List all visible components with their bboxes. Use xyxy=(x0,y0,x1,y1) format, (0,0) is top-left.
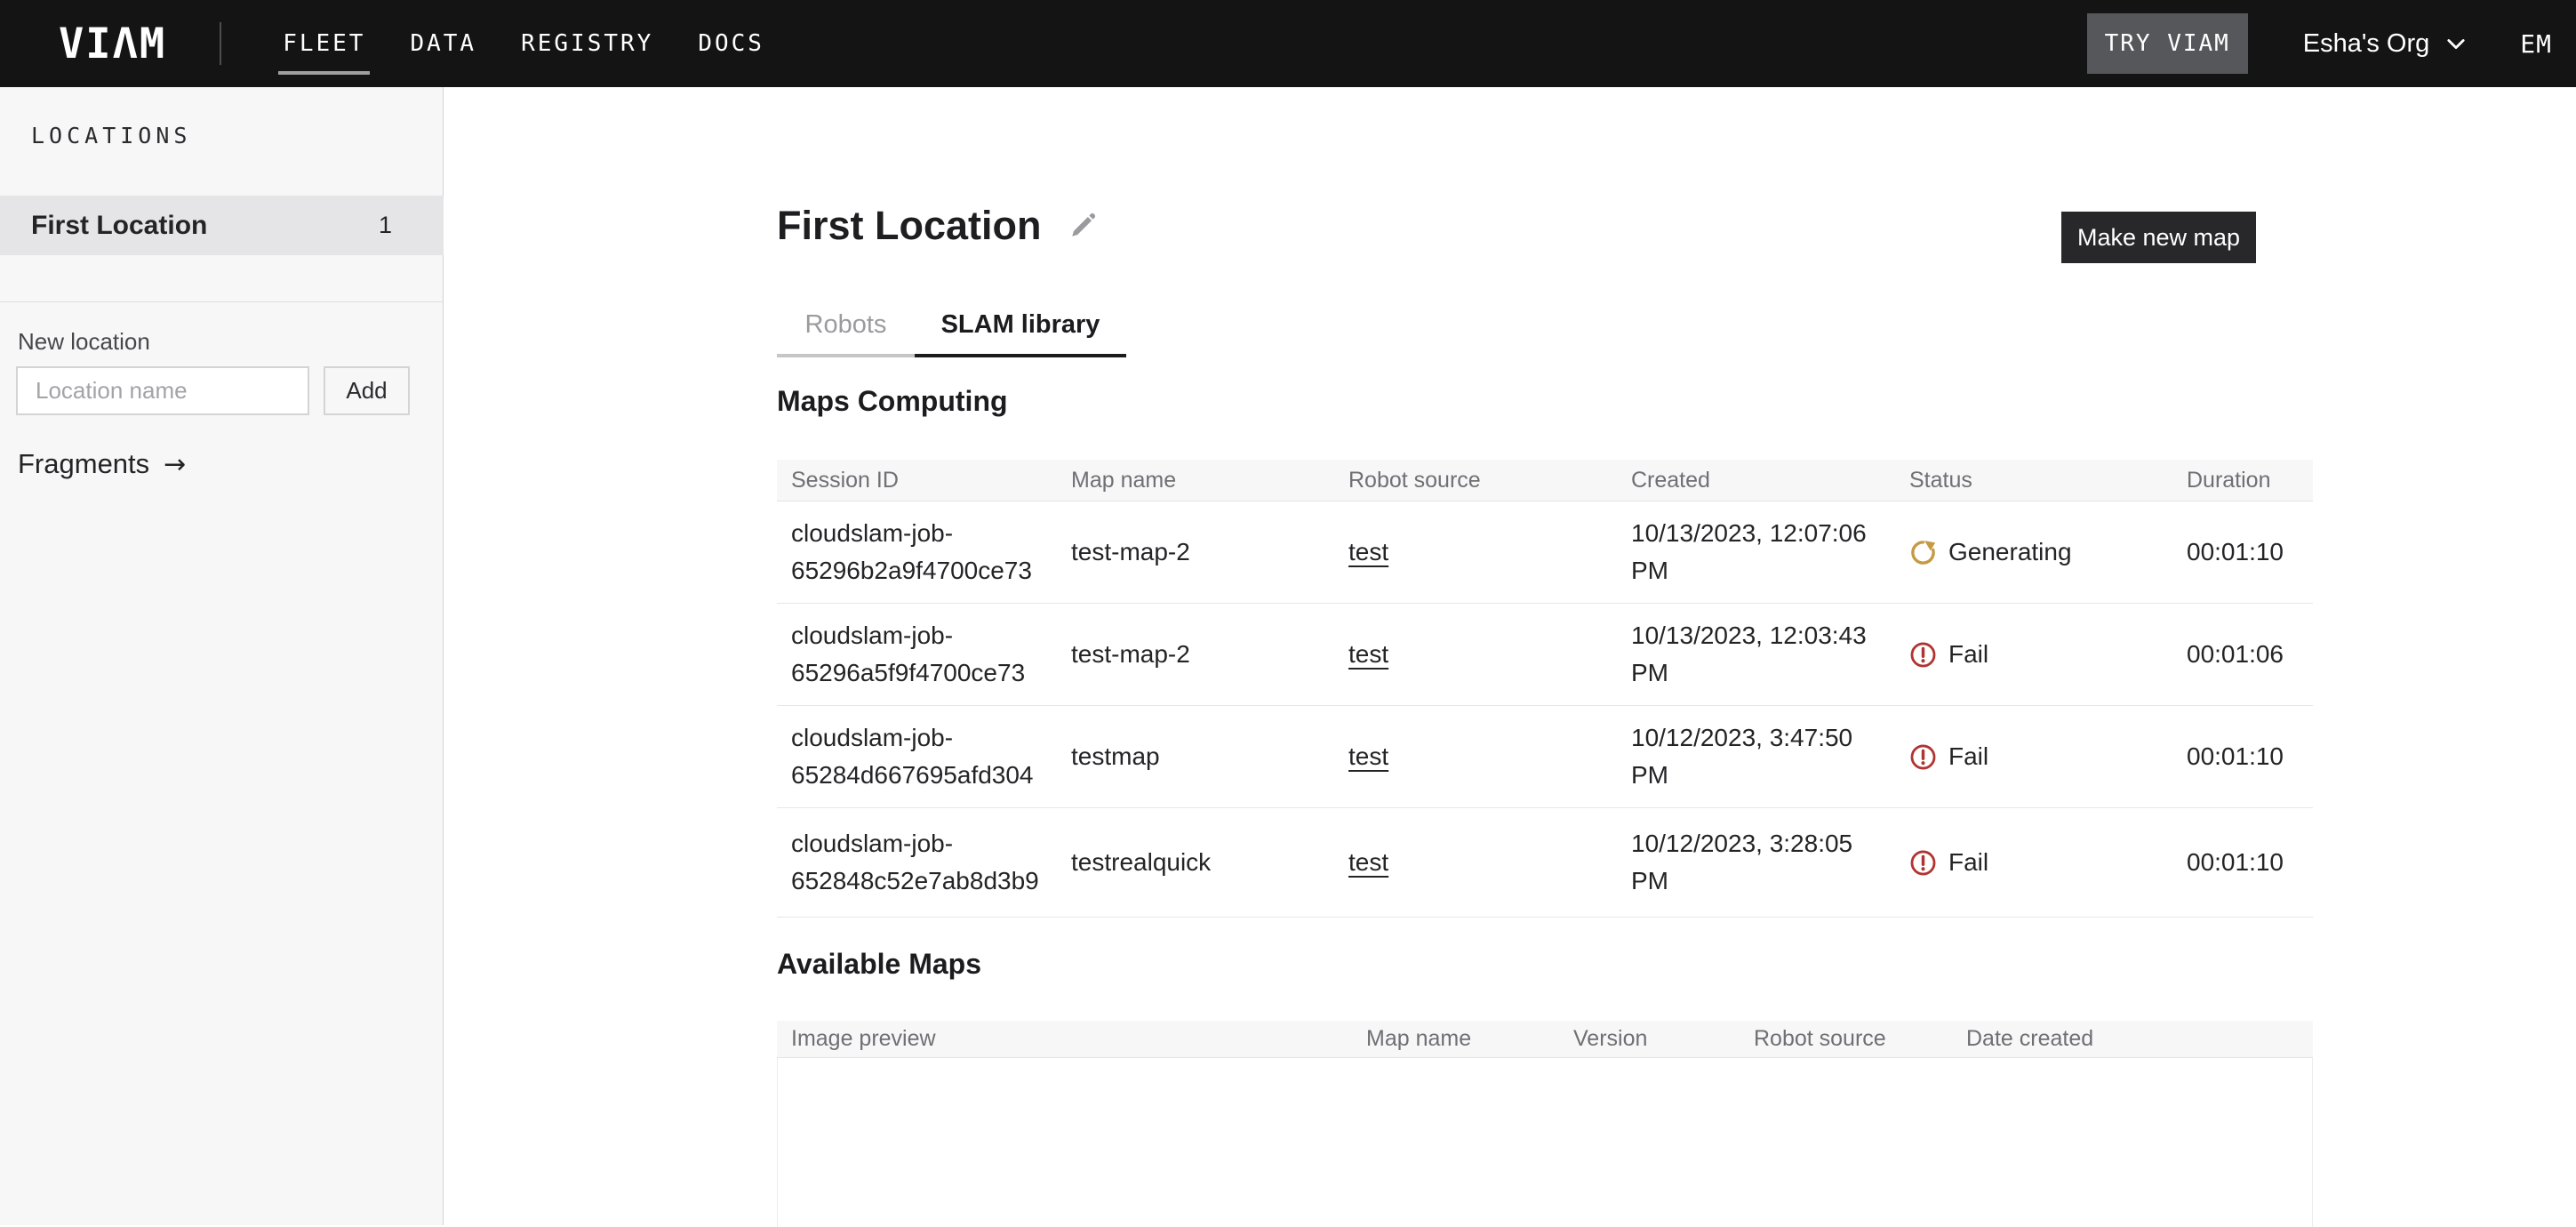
new-location-input[interactable] xyxy=(16,366,309,415)
column-header-map-name: Map name xyxy=(1071,468,1348,493)
status-label: Fail xyxy=(1948,636,1988,673)
pencil-icon xyxy=(1067,210,1099,242)
session-id-cell: cloudslam-job-652848c52e7ab8d3b9 xyxy=(777,825,1071,900)
column-header-robot-source: Robot source xyxy=(1348,468,1631,493)
robot-source-link[interactable]: test xyxy=(1348,538,1388,565)
robot-source-cell: test xyxy=(1348,533,1631,571)
created-cell: 10/13/2023, 12:07:06 PM xyxy=(1631,515,1909,589)
column-header-image-preview: Image preview xyxy=(777,1026,1366,1052)
make-new-map-button[interactable]: Make new map xyxy=(2061,212,2256,263)
org-switcher[interactable]: Esha's Org xyxy=(2303,29,2469,59)
viam-logo[interactable]: VIΛM xyxy=(59,20,166,68)
duration-cell: 00:01:10 xyxy=(2187,738,2313,775)
column-header-session-id: Session ID xyxy=(777,468,1071,493)
edit-location-name-button[interactable] xyxy=(1067,210,1099,242)
page-title: First Location xyxy=(777,203,1042,249)
column-header-status: Status xyxy=(1909,468,2187,493)
nav-link-registry[interactable]: REGISTRY xyxy=(521,30,653,57)
robot-source-cell: test xyxy=(1348,738,1631,775)
robot-source-cell: test xyxy=(1348,844,1631,881)
map-name-cell: testmap xyxy=(1071,738,1348,775)
available-maps-heading: Available Maps xyxy=(777,948,981,981)
fragments-label: Fragments xyxy=(18,448,149,480)
column-header-date-created: Date created xyxy=(1966,1026,2313,1052)
column-header-duration: Duration xyxy=(2187,468,2313,493)
status-label: Generating xyxy=(1948,533,2072,571)
duration-cell: 00:01:10 xyxy=(2187,533,2313,571)
status-label: Fail xyxy=(1948,738,1988,775)
column-header-version: Version xyxy=(1573,1026,1754,1052)
fragments-link[interactable]: Fragments → xyxy=(18,448,186,480)
locations-heading: LOCATIONS xyxy=(31,123,191,148)
error-circle-icon xyxy=(1909,849,1937,877)
created-cell: 10/12/2023, 3:47:50 PM xyxy=(1631,719,1909,794)
column-header-map-name: Map name xyxy=(1366,1026,1573,1052)
arrow-right-icon: → xyxy=(164,449,186,480)
duration-cell: 00:01:06 xyxy=(2187,636,2313,673)
maps-computing-heading: Maps Computing xyxy=(777,385,1008,418)
status-label: Fail xyxy=(1948,844,1988,881)
column-header-robot-source: Robot source xyxy=(1754,1026,1966,1052)
map-name-cell: test-map-2 xyxy=(1071,636,1348,673)
status-cell: Fail xyxy=(1909,636,2187,673)
location-tabs: RobotsSLAM library xyxy=(777,295,1126,357)
maps-computing-row: cloudslam-job-65296b2a9f4700ce73test-map… xyxy=(777,501,2313,604)
user-menu[interactable]: EM xyxy=(2520,29,2552,59)
session-id-cell: cloudslam-job-65296a5f9f4700ce73 xyxy=(777,617,1071,692)
sidebar-item-first-location[interactable]: First Location 1 xyxy=(0,196,444,255)
nav-link-docs[interactable]: DOCS xyxy=(698,30,764,57)
new-location-label: New location xyxy=(18,328,150,356)
map-name-cell: test-map-2 xyxy=(1071,533,1348,571)
available-maps-body xyxy=(777,1058,2313,1227)
org-name: Esha's Org xyxy=(2303,29,2430,59)
duration-cell: 00:01:10 xyxy=(2187,844,2313,881)
tab-slam-library[interactable]: SLAM library xyxy=(915,295,1126,357)
sidebar-divider xyxy=(0,301,444,302)
error-circle-icon xyxy=(1909,743,1937,771)
nav-right: TRY VIAM Esha's Org EM xyxy=(2087,13,2576,74)
nav-link-fleet[interactable]: FLEET xyxy=(283,30,365,57)
status-cell: Fail xyxy=(1909,738,2187,775)
robot-source-link[interactable]: test xyxy=(1348,848,1388,876)
maps-computing-body: cloudslam-job-65296b2a9f4700ce73test-map… xyxy=(777,501,2313,918)
try-viam-button[interactable]: TRY VIAM xyxy=(2087,13,2248,74)
maps-computing-row: cloudslam-job-65296a5f9f4700ce73test-map… xyxy=(777,604,2313,706)
maps-computing-table: Session IDMap nameRobot sourceCreatedSta… xyxy=(777,460,2313,918)
created-cell: 10/13/2023, 12:03:43 PM xyxy=(1631,617,1909,692)
maps-computing-row: cloudslam-job-65284d667695afd304testmapt… xyxy=(777,706,2313,808)
location-name: First Location xyxy=(31,211,207,241)
chevron-down-icon xyxy=(2444,31,2468,56)
status-cell: Fail xyxy=(1909,844,2187,881)
robot-source-cell: test xyxy=(1348,636,1631,673)
robot-source-link[interactable]: test xyxy=(1348,742,1388,770)
available-maps-table: Image previewMap nameVersionRobot source… xyxy=(777,1021,2313,1227)
nav-links: FLEET DATA REGISTRY DOCS xyxy=(283,30,764,57)
tab-robots[interactable]: Robots xyxy=(777,295,915,357)
top-nav: VIΛM FLEET DATA REGISTRY DOCS TRY VIAM Esha… xyxy=(0,0,2576,87)
error-circle-icon xyxy=(1909,641,1937,669)
session-id-cell: cloudslam-job-65284d667695afd304 xyxy=(777,719,1071,794)
add-location-button[interactable]: Add xyxy=(324,366,410,415)
location-robot-count: 1 xyxy=(379,212,392,239)
column-header-created: Created xyxy=(1631,468,1909,493)
refresh-icon xyxy=(1909,539,1937,566)
maps-computing-row: cloudslam-job-652848c52e7ab8d3b9testreal… xyxy=(777,808,2313,918)
session-id-cell: cloudslam-job-65296b2a9f4700ce73 xyxy=(777,515,1071,589)
status-cell: Generating xyxy=(1909,533,2187,571)
maps-computing-header: Session IDMap nameRobot sourceCreatedSta… xyxy=(777,460,2313,501)
created-cell: 10/12/2023, 3:28:05 PM xyxy=(1631,825,1909,900)
nav-link-data[interactable]: DATA xyxy=(410,30,476,57)
nav-divider xyxy=(220,22,221,65)
available-maps-header: Image previewMap nameVersionRobot source… xyxy=(777,1021,2313,1058)
robot-source-link[interactable]: test xyxy=(1348,640,1388,668)
map-name-cell: testrealquick xyxy=(1071,844,1348,881)
page-title-row: First Location xyxy=(777,203,1099,249)
locations-sidebar: LOCATIONS First Location 1 New location … xyxy=(0,87,444,1225)
